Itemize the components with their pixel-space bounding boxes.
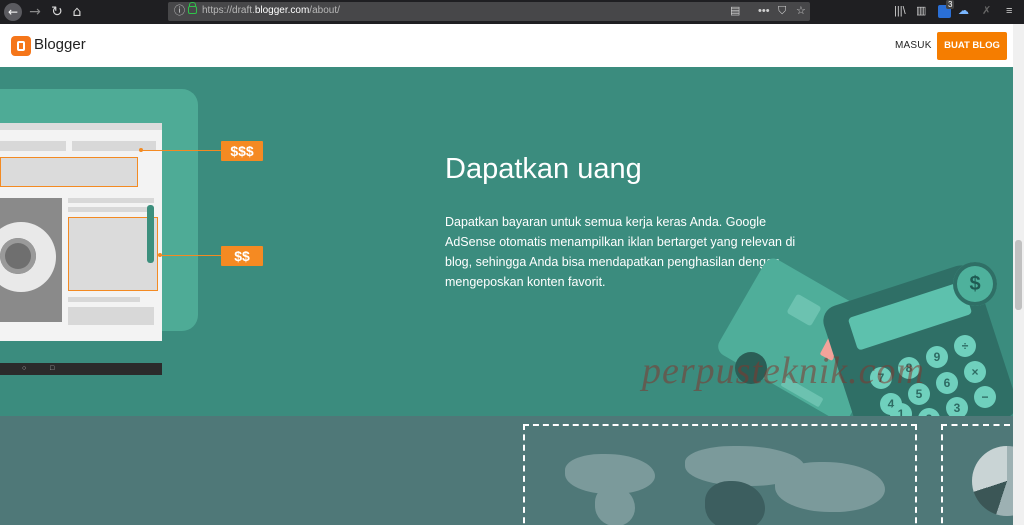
placeholder-bar — [0, 141, 66, 151]
sidebar-icon[interactable]: ▥ — [916, 4, 926, 18]
price-tag-high: $$$ — [221, 141, 263, 161]
address-bar[interactable]: ⓘ https://draft.blogger.com/about/ ▤ •••… — [168, 2, 810, 21]
calc-key: × — [964, 361, 986, 383]
tablet-side-button — [147, 205, 154, 263]
brand-name[interactable]: Blogger — [34, 36, 86, 53]
create-blog-button[interactable]: BUAT BLOG — [937, 32, 1007, 60]
close-extension-icon[interactable]: ✗ — [982, 4, 991, 18]
calc-key: 9 — [926, 346, 948, 368]
placeholder-bar — [68, 307, 154, 325]
calc-key: 3 — [946, 397, 968, 416]
more-icon[interactable]: ••• — [758, 4, 770, 19]
ad-connector-line — [140, 150, 222, 151]
page-scrollbar[interactable] — [1013, 24, 1024, 525]
placeholder-bar — [68, 297, 140, 302]
calc-key: 6 — [936, 372, 958, 394]
ad-connector-dot — [139, 148, 143, 152]
tablet-screen: ○ □ — [0, 123, 162, 375]
forward-icon[interactable]: → — [26, 3, 44, 21]
tablet-illustration: ○ □ — [0, 89, 198, 375]
url-path: /about/ — [309, 5, 340, 16]
extension-badge: 3 — [946, 0, 955, 9]
info-icon[interactable]: ⓘ — [174, 4, 185, 19]
pocket-icon[interactable]: ⛉ — [778, 4, 786, 19]
ad-banner-slot — [0, 157, 138, 187]
dollar-coin-icon: $ — [953, 262, 997, 306]
price-tag-low: $$ — [221, 246, 263, 266]
audience-section — [0, 416, 1013, 525]
star-icon[interactable]: ☆ — [796, 4, 806, 19]
site-header: Blogger MASUK BUAT BLOG — [0, 24, 1013, 67]
section-heading: Dapatkan uang — [445, 153, 642, 185]
earn-money-section: ○ □ $$$ $$ Dapatkan uang Dapatkan bayara… — [0, 67, 1013, 416]
tablet-navbar: ○ □ — [0, 363, 162, 375]
world-map-frame — [523, 424, 917, 525]
url-prefix: https://draft. — [202, 5, 255, 16]
map-landmass — [705, 481, 765, 525]
tablet-statusbar — [0, 123, 162, 130]
sync-icon[interactable]: ☁ — [958, 4, 969, 18]
ad-connector-dot — [158, 253, 162, 257]
url-host: blogger.com — [254, 5, 310, 16]
watermark-text: perpusteknik.com — [642, 350, 925, 392]
placeholder-bar — [68, 198, 154, 203]
ad-sidebar-slot — [68, 217, 158, 291]
home-icon[interactable]: ⌂ — [68, 3, 86, 21]
login-link[interactable]: MASUK — [895, 40, 932, 51]
recent-nav-icon: □ — [50, 365, 55, 372]
lock-icon — [188, 2, 197, 14]
map-landmass — [775, 462, 885, 512]
reload-icon[interactable]: ↻ — [48, 3, 66, 21]
calc-key: − — [974, 386, 996, 408]
blogger-logo-icon[interactable] — [11, 36, 31, 56]
placeholder-bar — [68, 207, 154, 212]
browser-toolbar: ← → ↻ ⌂ ⓘ https://draft.blogger.com/abou… — [0, 0, 1024, 24]
home-nav-icon: ○ — [22, 365, 27, 372]
food-photo — [0, 198, 62, 322]
menu-icon[interactable]: ≡ — [1006, 4, 1012, 18]
calc-key: ÷ — [954, 335, 976, 357]
ad-connector-line — [160, 255, 222, 256]
url-text[interactable]: https://draft.blogger.com/about/ — [202, 5, 340, 16]
scrollbar-thumb[interactable] — [1015, 240, 1022, 310]
back-icon[interactable]: ← — [4, 3, 22, 21]
reader-icon[interactable]: ▤ — [730, 4, 740, 19]
library-icon[interactable]: |||\ — [894, 4, 906, 18]
